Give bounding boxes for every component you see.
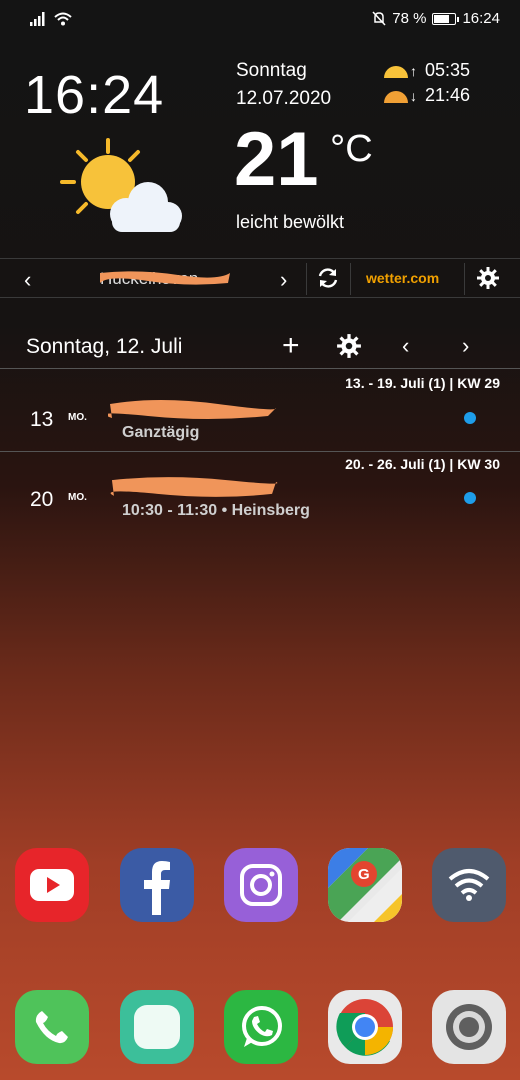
event-color-dot	[464, 492, 476, 504]
event-day-number: 20	[30, 488, 54, 511]
weather-condition: leicht bewölkt	[236, 212, 345, 232]
event-row[interactable]: 13 MO. Ganztägig	[0, 390, 520, 460]
brand-link[interactable]: wetter.com	[366, 270, 439, 286]
battery-percent: 78 %	[392, 10, 427, 27]
bar-divider	[464, 263, 465, 295]
sunset-arrow: ↓	[410, 87, 417, 104]
week-label: 13. - 19. Juli (1) | KW 29	[345, 375, 500, 391]
phone-app-icon[interactable]	[15, 990, 89, 1064]
status-bar: 78 % 16:24	[0, 0, 520, 40]
sunrise-arrow: ↑	[410, 62, 417, 79]
bar-divider	[306, 263, 307, 295]
add-event-button[interactable]: +	[282, 329, 300, 363]
event-title-redaction	[110, 477, 278, 497]
calendar-title[interactable]: Sonntag, 12. Juli	[26, 335, 182, 359]
sunset-row: ↓ 21:46	[382, 85, 470, 106]
event-title-redaction	[108, 400, 277, 419]
event-weekday: MO.	[68, 492, 87, 503]
refresh-icon[interactable]	[316, 266, 340, 290]
event-color-dot	[464, 412, 476, 424]
sunrise-row: ↑ 05:35	[382, 60, 470, 81]
location-next-button[interactable]: ›	[280, 267, 287, 293]
event-day-number: 13	[30, 408, 54, 431]
maps-app-icon[interactable]: G	[328, 848, 402, 922]
status-time: 16:24	[462, 10, 500, 27]
message-bubble-icon	[134, 1005, 180, 1049]
location-prev-button[interactable]: ‹	[24, 267, 31, 293]
chrome-app-icon[interactable]	[328, 990, 402, 1064]
event-row[interactable]: 20 MO. 10:30 - 11:30 • Heinsberg	[0, 470, 520, 540]
facebook-app-icon[interactable]	[120, 848, 194, 922]
event-time: Ganztägig	[122, 424, 200, 441]
wifi-app-icon[interactable]	[432, 848, 506, 922]
weather-settings-gear-icon[interactable]	[476, 266, 500, 290]
weather-day-name: Sonntag	[236, 60, 307, 81]
calendar-settings-gear-icon[interactable]	[336, 333, 362, 359]
event-weekday: MO.	[68, 412, 87, 423]
temperature-unit: °C	[330, 128, 373, 170]
temperature-value: 21	[234, 117, 319, 202]
wifi-icon	[54, 12, 72, 26]
calendar-prev-button[interactable]: ‹	[402, 333, 409, 359]
signal-icon	[30, 12, 45, 26]
whatsapp-app-icon[interactable]	[224, 990, 298, 1064]
messages-app-icon[interactable]	[120, 990, 194, 1064]
weather-date: 12.07.2020	[236, 88, 332, 109]
youtube-app-icon[interactable]	[15, 848, 89, 922]
sunrise-time: 05:35	[425, 60, 471, 80]
event-time-location: 10:30 - 11:30 • Heinsberg	[122, 502, 310, 519]
camera-app-icon[interactable]	[432, 990, 506, 1064]
bar-divider	[350, 263, 351, 295]
mute-icon	[372, 11, 386, 26]
instagram-app-icon[interactable]	[224, 848, 298, 922]
divider	[0, 451, 520, 452]
location-redaction	[100, 271, 230, 285]
calendar-next-button[interactable]: ›	[462, 333, 469, 359]
sunset-time: 21:46	[425, 85, 471, 105]
battery-icon	[432, 12, 460, 25]
weather-location-bar: ‹ Hückelhoven › wetter.com	[0, 258, 520, 298]
widget-clock[interactable]: 16:24	[24, 64, 164, 126]
partly-cloudy-icon	[60, 138, 182, 232]
calendar-header: Sonntag, 12. Juli + ‹ ›	[0, 325, 520, 369]
svg-text:G: G	[358, 866, 370, 883]
